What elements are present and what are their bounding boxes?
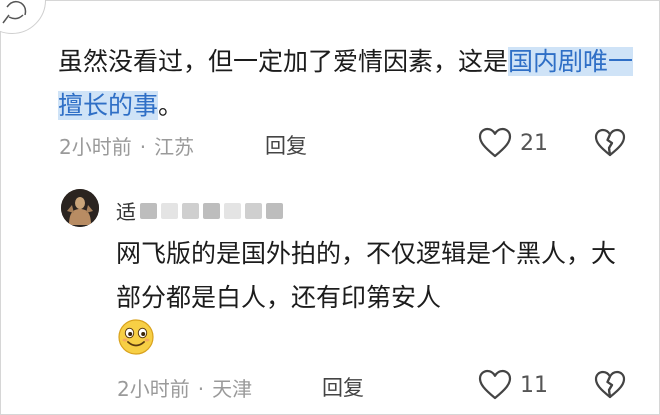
comment2-reply-button[interactable]: 回复 (322, 372, 364, 402)
smiley-emoji-icon (117, 318, 155, 356)
comment2-meta: 2小时前 · 天津 (117, 377, 253, 401)
heart-outline-icon (478, 369, 512, 400)
comment2-dislike-button[interactable] (594, 370, 626, 404)
comment1-meta: 2小时前 · 江苏 (59, 135, 195, 159)
broken-heart-icon (594, 128, 626, 157)
comment1-reply-button[interactable]: 回复 (265, 130, 307, 160)
broken-heart-icon (594, 370, 626, 399)
commenter2-username-blurred[interactable]: 适 (116, 196, 283, 225)
commenter2-avatar[interactable] (61, 189, 99, 227)
comment1-like-count: 21 (520, 130, 548, 156)
comment2-text: 网飞版的是国外拍的，不仅逻辑是个黑人，大部分都是白人，还有印第安人 (116, 239, 617, 312)
comment2-location: 天津 (212, 377, 253, 401)
comment2-like-button[interactable]: 11 (478, 369, 548, 401)
comment2-like-count: 11 (520, 372, 548, 398)
comment1-time: 2小时前 (59, 135, 132, 159)
comment1-text: 虽然没看过，但一定加了爱情因素，这是国内剧唯一擅长的事。 (58, 47, 634, 120)
comment1-like-button[interactable]: 21 (478, 127, 548, 159)
comment2-time: 2小时前 (117, 377, 190, 401)
comment1-dislike-button[interactable] (594, 128, 626, 162)
comment1-location: 江苏 (154, 135, 195, 159)
heart-outline-icon (478, 127, 512, 158)
